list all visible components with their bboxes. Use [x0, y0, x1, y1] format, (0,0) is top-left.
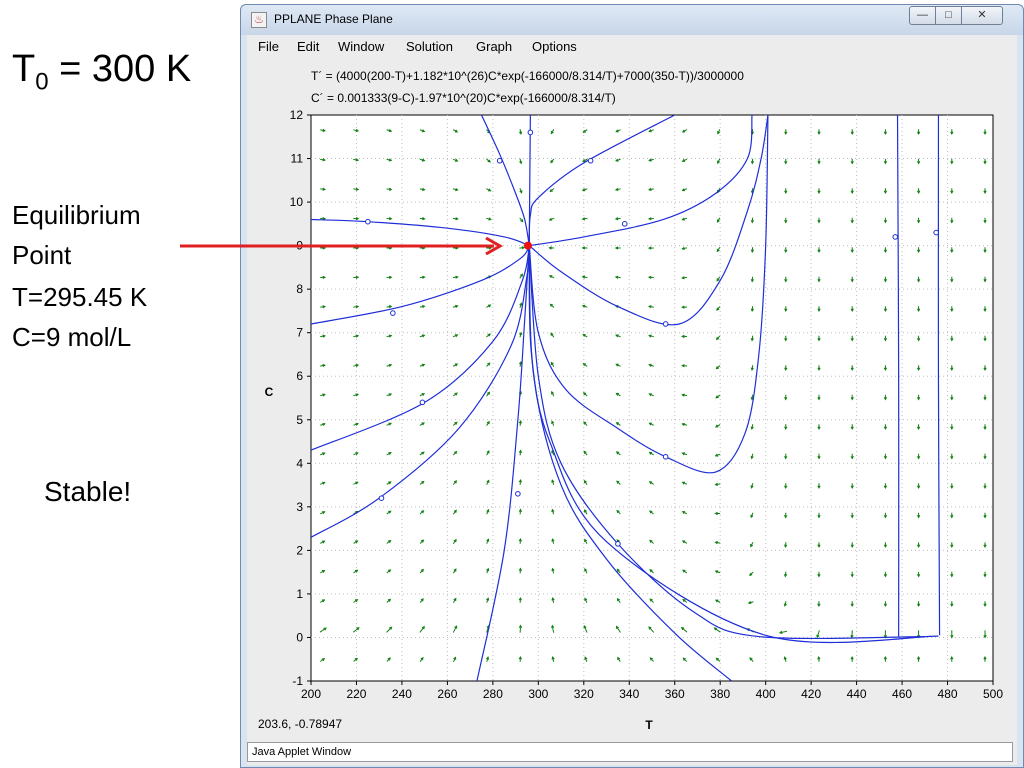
equilibrium-pointer-arrow	[180, 236, 504, 256]
